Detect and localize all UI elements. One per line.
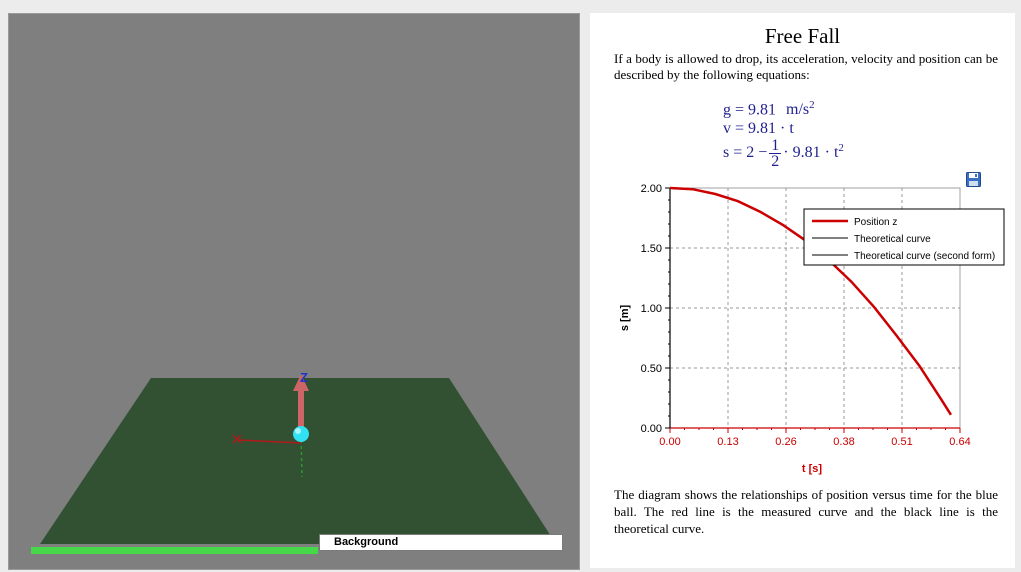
y-tick-label: 0.50 [641, 363, 662, 375]
x-axis-title: t [s] [802, 463, 823, 475]
y-tick-label: 2.00 [641, 183, 662, 195]
equation-s-denominator: 2 [771, 153, 780, 170]
equation-s-numerator: 1 [769, 137, 782, 154]
x-tick-label: 0.64 [949, 436, 970, 448]
equation-acceleration: g = 9.81 m/s2 [723, 99, 815, 119]
y-tick-label: 0.00 [641, 423, 662, 435]
3d-viewport[interactable]: X Z [8, 13, 580, 570]
progress-bar [31, 547, 318, 554]
background-layer-field[interactable]: Background [319, 534, 563, 551]
legend-label: Theoretical curve (second form) [854, 251, 995, 262]
legend-label: Theoretical curve [854, 234, 931, 245]
document-panel: Free Fall If a body is allowed to drop, … [590, 13, 1015, 568]
equation-s-exponent: 2 [838, 141, 844, 154]
y-tick-label: 1.50 [641, 243, 662, 255]
x-tick-label: 0.13 [717, 436, 738, 448]
equation-velocity: v = 9.81 · t [723, 120, 794, 137]
explanation-paragraph: The diagram shows the relationships of p… [614, 487, 998, 536]
blue-ball[interactable] [293, 426, 309, 442]
blue-ball-highlight [295, 428, 301, 434]
equation-position: s = 2 −1 2 · 9.81 · t2 [723, 138, 844, 176]
equation-g-lhs: g = [723, 101, 749, 119]
y-axis-title: s [m] [619, 305, 631, 332]
z-axis-label: Z [300, 370, 308, 385]
3d-scene[interactable]: X Z [9, 14, 579, 569]
y-tick-label: 1.00 [641, 303, 662, 315]
intro-paragraph: If a body is allowed to drop, its accele… [614, 51, 998, 82]
equation-g-value: 9.81 [748, 101, 777, 119]
x-tick-label: 0.00 [659, 436, 680, 448]
x-tick-label: 0.38 [833, 436, 854, 448]
position-time-chart: 0.00 0.13 0.26 0.38 0.51 0.64 0.00 0.50 1.00 1.50… [619, 183, 1005, 475]
equation-s-fraction: 12 [769, 137, 782, 170]
page-title: Free Fall [764, 24, 841, 48]
legend-label: Position z [854, 217, 897, 228]
equation-g-unit: m/s [786, 101, 810, 119]
x-tick-label: 0.51 [891, 436, 912, 448]
equation-g-exponent: 2 [809, 99, 815, 111]
application-window: X Z Background Free Fall If a body is al… [0, 0, 1021, 572]
equation-s-lhs: s = 2 − [723, 144, 768, 162]
equation-s-rhs: · 9.81 · t [783, 144, 839, 162]
chart-legend: Position z Theoretical curve Theoretical c… [803, 208, 1005, 266]
x-tick-label: 0.26 [775, 436, 796, 448]
